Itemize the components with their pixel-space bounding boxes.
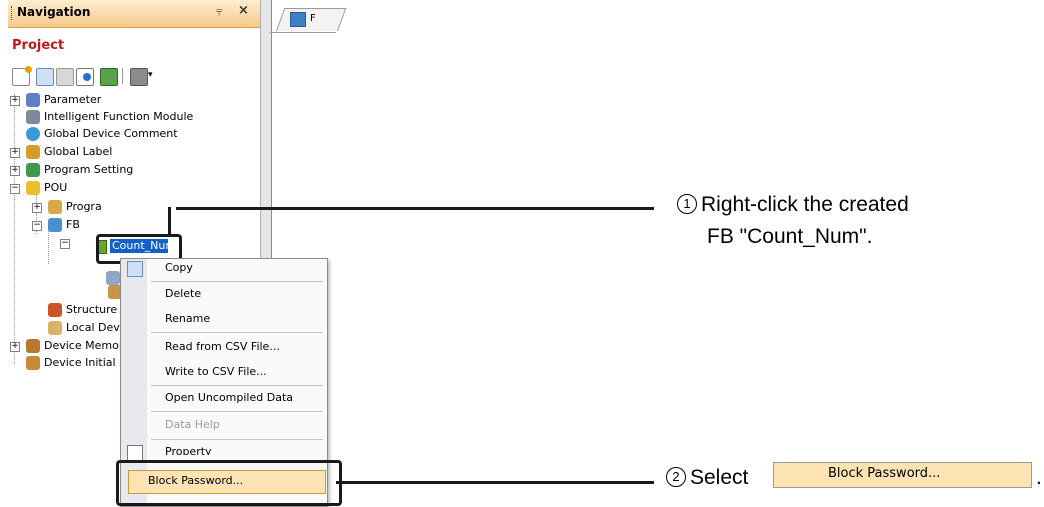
menu-separator	[151, 385, 323, 386]
copy-icon[interactable]	[36, 68, 54, 86]
parameter-icon	[26, 93, 40, 107]
module-icon	[26, 110, 40, 124]
expander[interactable]: +	[10, 96, 20, 106]
tree-item-label: Device Memor	[44, 339, 124, 352]
callout-step-1: 1 Right-click the created	[677, 193, 909, 217]
step-number-2: 2	[666, 467, 686, 487]
tree-item-label: Device Initial	[44, 356, 116, 369]
grip-icon[interactable]	[11, 6, 14, 20]
expander[interactable]: +	[32, 203, 42, 213]
tree-item-label: Global Label	[44, 145, 113, 158]
local-device-icon	[48, 321, 62, 335]
comment-icon	[26, 127, 40, 141]
property-icon[interactable]	[76, 68, 94, 86]
menu-item-data-help: Data Help	[165, 418, 220, 431]
paste-icon[interactable]	[56, 68, 74, 86]
menu-separator	[151, 281, 323, 282]
navigation-title: Navigation	[17, 5, 91, 19]
expander[interactable]: −	[32, 221, 42, 231]
menu-item-rename[interactable]: Rename	[165, 312, 210, 325]
callout-step-2: 2 Select	[666, 466, 748, 490]
tree-item-label: POU	[44, 181, 68, 194]
editor-tab-icon	[290, 12, 306, 27]
navigation-header: Navigation ⫧ ×	[8, 0, 260, 28]
callout-step-1-line-1: Right-click the created	[701, 193, 909, 216]
tree-item-label: Global Device Comment	[44, 127, 178, 140]
callout-leader-line	[176, 207, 654, 210]
menu-item-write-to-csv[interactable]: Write to CSV File...	[165, 365, 267, 378]
callout-leader-line	[336, 481, 654, 484]
menu-item-read-from-csv[interactable]: Read from CSV File...	[165, 340, 280, 353]
program-setting-icon	[26, 163, 40, 177]
new-item-icon[interactable]	[12, 66, 32, 86]
block-password-sample-label: Block Password...	[828, 466, 941, 481]
menu-item-copy[interactable]: Copy	[165, 261, 193, 274]
callout-step-2-text: Select	[690, 466, 749, 489]
label-icon	[26, 145, 40, 159]
refresh-icon[interactable]	[100, 68, 118, 86]
pin-icon[interactable]: ⫧	[216, 4, 223, 19]
tab-strip-border	[270, 32, 336, 33]
dropdown-arrow-icon[interactable]: ▾	[148, 70, 153, 80]
callout-leader-line	[168, 207, 171, 235]
step-number-1: 1	[677, 194, 697, 214]
tree-item-label: Intelligent Function Module	[44, 110, 194, 123]
expander[interactable]: −	[10, 184, 20, 194]
expander[interactable]: +	[10, 148, 20, 158]
toolbar-separator	[122, 68, 123, 84]
callout-step-2-period: .	[1036, 466, 1042, 489]
structure-icon	[48, 303, 62, 317]
menu-separator	[151, 332, 323, 333]
tree-item-label: Progra	[66, 200, 102, 213]
menu-separator	[151, 411, 323, 412]
program-folder-icon	[48, 200, 62, 214]
device-memory-icon	[26, 339, 40, 353]
project-label: Project	[12, 38, 65, 53]
menu-item-property[interactable]: Property	[165, 445, 212, 455]
menu-separator	[151, 439, 323, 440]
tree-item-label: Parameter	[44, 93, 102, 106]
editor-tab-label: F	[310, 13, 316, 24]
menu-item-open-uncompiled-data[interactable]: Open Uncompiled Data	[165, 391, 293, 404]
close-icon[interactable]: ×	[238, 3, 249, 18]
expander[interactable]: +	[10, 342, 20, 352]
device-initial-icon	[26, 356, 40, 370]
expander[interactable]: −	[60, 239, 70, 249]
tree-item-label: Program Setting	[44, 163, 134, 176]
pou-folder-icon	[26, 181, 40, 195]
filter-icon[interactable]	[130, 68, 148, 86]
expander[interactable]: +	[10, 166, 20, 176]
fb-folder-icon	[48, 218, 62, 232]
tree-guide	[14, 94, 15, 364]
tree-item-label: Structure	[66, 303, 118, 316]
property-icon	[127, 445, 143, 461]
tree-item-label: FB	[66, 218, 80, 231]
callout-step-1-line-2: FB "Count_Num".	[707, 225, 873, 248]
menu-item-delete[interactable]: Delete	[165, 287, 201, 300]
data-icon	[106, 271, 120, 285]
copy-icon	[127, 261, 143, 277]
block-password-highlight-box	[116, 460, 342, 506]
tree-item-label: Local Dev	[66, 321, 120, 334]
